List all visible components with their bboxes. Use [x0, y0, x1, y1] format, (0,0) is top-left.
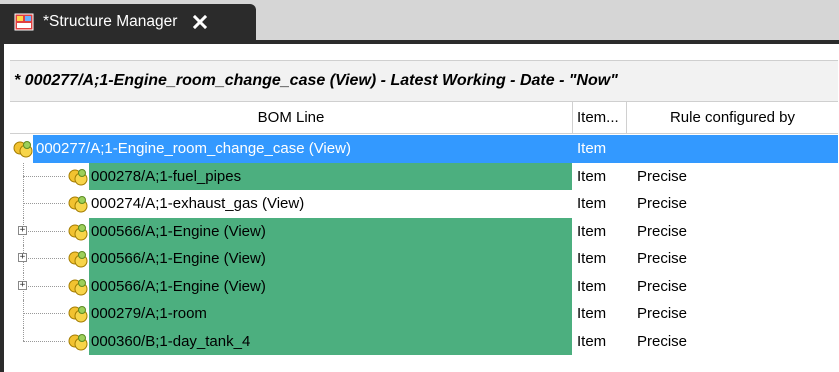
structure-manager-icon — [14, 13, 34, 31]
table-row[interactable]: 000277/A;1-Engine_room_change_case (View… — [10, 135, 838, 163]
item-type-cell: Item — [577, 222, 607, 240]
tree-horizontal-line — [23, 230, 65, 232]
tree-horizontal-line — [23, 175, 65, 177]
column-header-bom-line[interactable]: BOM Line — [10, 102, 573, 133]
tree-horizontal-line — [23, 313, 65, 314]
item-type-cell: Item — [577, 277, 607, 295]
bom-tree: 000277/A;1-Engine_room_change_case (View… — [10, 135, 838, 355]
item-revision-icon — [67, 249, 89, 269]
tab-title: *Structure Manager — [43, 13, 178, 30]
rule-configured-by-cell: Precise — [637, 332, 688, 350]
bom-line-label: 000566/A;1-Engine (View) — [89, 245, 572, 273]
tree-vertical-line — [23, 327, 24, 341]
rule-configured-by-cell: Precise — [637, 250, 688, 267]
item-type-cell: Item — [577, 167, 607, 185]
item-type-cell: Item — [577, 250, 607, 267]
item-revision-icon — [12, 139, 34, 159]
bom-line-label: 000274/A;1-exhaust_gas (View) — [91, 195, 305, 212]
item-revision-icon — [67, 304, 89, 324]
column-headers: BOM Line Item... Rule configured by — [10, 102, 838, 134]
table-row[interactable]: 000279/A;1-room Item Precise — [10, 300, 838, 328]
tab-structure-manager[interactable]: *Structure Manager — [0, 4, 256, 40]
item-type-cell: Item — [577, 332, 607, 350]
editor-tab-bar: *Structure Manager — [0, 0, 839, 40]
tree-horizontal-line — [23, 258, 65, 259]
tree-horizontal-line — [23, 285, 65, 287]
view-header: * 000277/A;1-Engine_room_change_case (Vi… — [10, 60, 838, 102]
tree-horizontal-line — [23, 203, 65, 204]
table-row[interactable]: 000274/A;1-exhaust_gas (View) Item Precise — [10, 190, 838, 218]
bom-line-label: 000277/A;1-Engine_room_change_case (View… — [36, 140, 351, 157]
structure-manager-panel: * 000277/A;1-Engine_room_change_case (Vi… — [0, 44, 839, 372]
tree-horizontal-line — [23, 340, 65, 342]
table-row[interactable]: 000278/A;1-fuel_pipes Item Precise — [10, 162, 838, 190]
bom-line-label: 000566/A;1-Engine (View) — [89, 217, 572, 245]
table-row[interactable]: +000566/A;1-Engine (View) Item Precise — [10, 245, 838, 273]
item-revision-icon — [67, 277, 89, 297]
item-revision-icon — [67, 194, 89, 214]
table-row[interactable]: 000360/B;1-day_tank_4 Item Precise — [10, 327, 838, 355]
bom-line-label: 000279/A;1-room — [89, 300, 572, 328]
bom-line-label: 000566/A;1-Engine (View) — [89, 272, 572, 300]
rule-configured-by-cell: Precise — [637, 277, 688, 295]
rule-configured-by-cell: Precise — [637, 195, 688, 212]
rule-configured-by-cell: Precise — [637, 305, 688, 322]
close-icon[interactable] — [191, 13, 209, 31]
expand-icon[interactable]: + — [18, 225, 27, 235]
item-type-cell: Item — [577, 305, 607, 322]
bom-line-label: 000360/B;1-day_tank_4 — [89, 327, 572, 355]
item-revision-icon — [67, 332, 89, 352]
bom-line-label: 000278/A;1-fuel_pipes — [89, 162, 572, 190]
item-revision-icon — [67, 222, 89, 242]
item-revision-icon — [67, 167, 89, 187]
table-row[interactable]: +000566/A;1-Engine (View) Item Precise — [10, 272, 838, 300]
rule-configured-by-cell: Precise — [637, 167, 688, 185]
item-type-cell: Item — [577, 140, 607, 157]
table-row[interactable]: +000566/A;1-Engine (View) Item Precise — [10, 217, 838, 245]
column-header-rule-configured-by[interactable]: Rule configured by — [627, 102, 838, 133]
rule-configured-by-cell: Precise — [637, 222, 688, 240]
expand-icon[interactable]: + — [18, 280, 27, 290]
column-header-item-type[interactable]: Item... — [573, 102, 627, 133]
item-type-cell: Item — [577, 195, 607, 212]
expand-icon[interactable]: + — [18, 253, 27, 262]
